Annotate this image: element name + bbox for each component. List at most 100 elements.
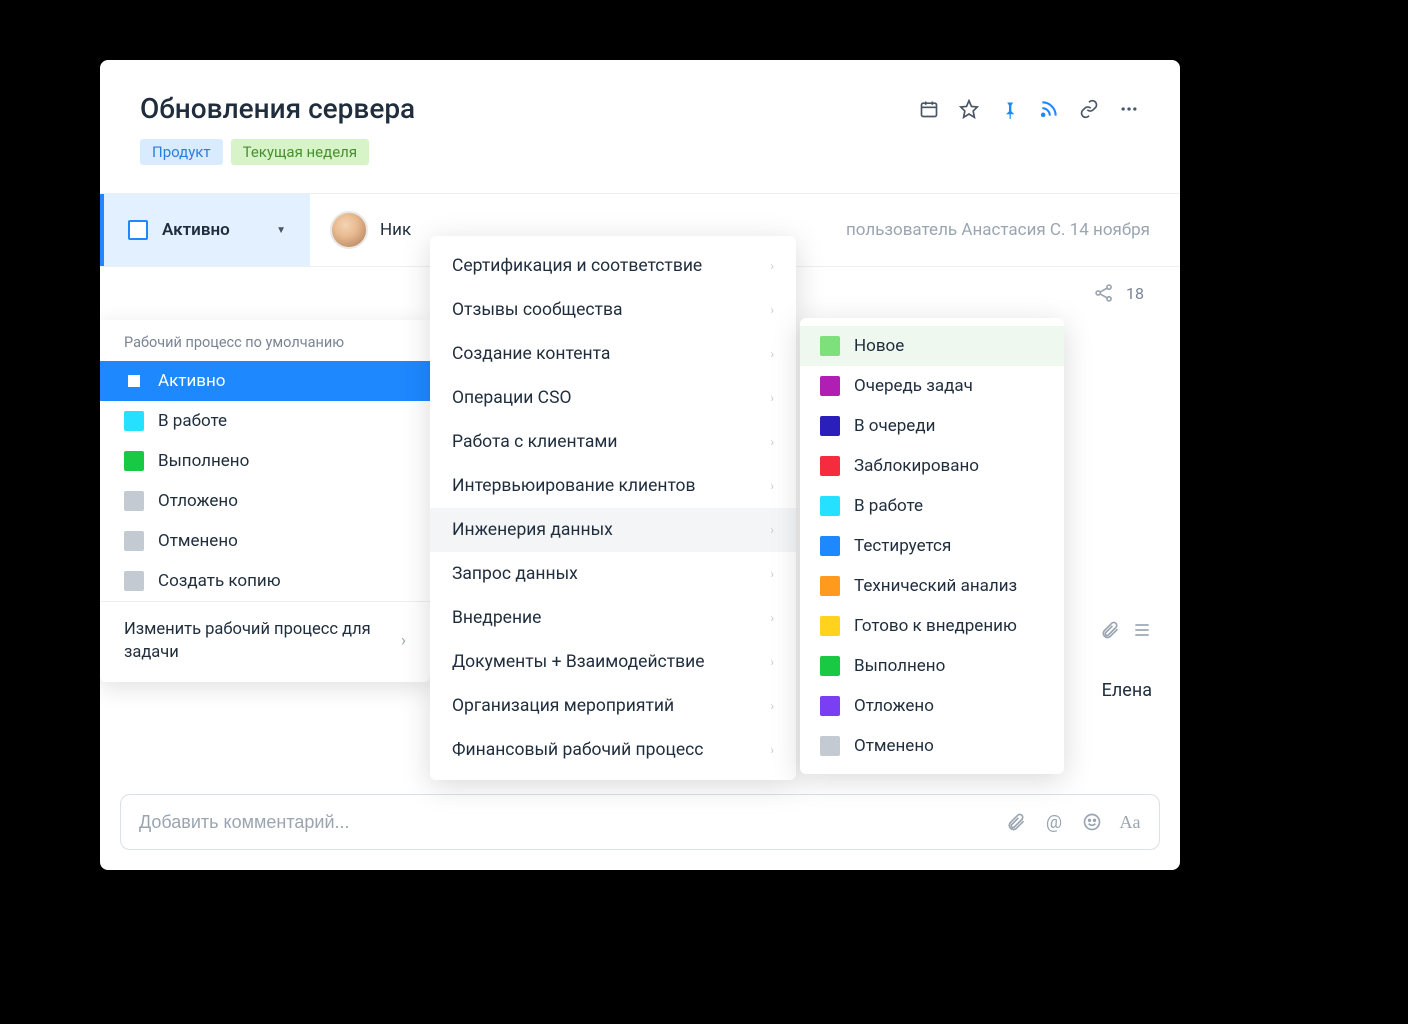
workflow-menu: Сертификация и соответствие›Отзывы сообщ… xyxy=(430,236,796,780)
status-menu-item[interactable]: Новое xyxy=(800,326,1064,366)
list-icon[interactable] xyxy=(1132,620,1152,640)
comment-input[interactable] xyxy=(139,812,1005,833)
chevron-right-icon: › xyxy=(770,303,774,317)
status-menu-label: Отменено xyxy=(854,736,934,756)
status-menu-item[interactable]: Очередь задач xyxy=(800,366,1064,406)
workflow-menu-label: Инженерия данных xyxy=(452,520,613,540)
color-swatch xyxy=(820,736,840,756)
toolbar xyxy=(918,98,1140,120)
status-menu-label: В очереди xyxy=(854,416,935,436)
status-menu-item[interactable]: Выполнено xyxy=(800,646,1064,686)
status-option[interactable]: В работе xyxy=(100,401,430,441)
color-swatch xyxy=(124,411,144,431)
status-option[interactable]: Отменено xyxy=(100,521,430,561)
status-menu-item[interactable]: Готово к внедрению xyxy=(800,606,1064,646)
workflow-menu-item[interactable]: Финансовый рабочий процесс› xyxy=(430,728,796,772)
workflow-menu-item[interactable]: Интервьюирование клиентов › xyxy=(430,464,796,508)
status-option-label: Отложено xyxy=(158,491,238,511)
status-dropdown: Рабочий процесс по умолчанию Активно В ра… xyxy=(100,320,430,682)
status-option-label: В работе xyxy=(158,411,227,431)
tag-week[interactable]: Текущая неделя xyxy=(231,139,369,165)
comment-toolbar: @ Aa xyxy=(1005,811,1141,833)
star-icon[interactable] xyxy=(958,98,980,120)
format-icon[interactable]: Aa xyxy=(1119,811,1141,833)
mention-icon[interactable]: @ xyxy=(1043,811,1065,833)
chevron-right-icon: › xyxy=(770,347,774,361)
status-option[interactable]: Активно xyxy=(100,361,430,401)
comment-box: @ Aa xyxy=(120,794,1160,850)
assignee-cell[interactable]: Ник xyxy=(310,211,431,249)
color-swatch xyxy=(820,616,840,636)
workflow-menu-label: Работа с клиентами xyxy=(452,432,618,452)
color-swatch xyxy=(124,531,144,551)
color-swatch xyxy=(820,416,840,436)
change-workflow-label: Изменить рабочий процесс для задачи xyxy=(124,618,401,664)
chevron-right-icon: › xyxy=(770,655,774,669)
workflow-menu-label: Создание контента xyxy=(452,344,610,364)
status-menu-label: Технический анализ xyxy=(854,576,1017,596)
chevron-right-icon: › xyxy=(401,630,406,653)
tags-row: Продукт Текущая неделя xyxy=(140,139,1140,165)
status-menu-item[interactable]: Заблокировано xyxy=(800,446,1064,486)
status-option[interactable]: Отложено xyxy=(100,481,430,521)
status-menu-label: Выполнено xyxy=(854,656,945,676)
workflow-menu-item[interactable]: Создание контента › xyxy=(430,332,796,376)
emoji-icon[interactable] xyxy=(1081,811,1103,833)
color-swatch xyxy=(124,371,144,391)
status-option[interactable]: Создать копию xyxy=(100,561,430,601)
color-swatch xyxy=(124,491,144,511)
attach-icon[interactable] xyxy=(1005,811,1027,833)
color-swatch xyxy=(820,496,840,516)
workflow-menu-item[interactable]: Организация мероприятий› xyxy=(430,684,796,728)
more-icon[interactable] xyxy=(1118,98,1140,120)
workflow-menu-label: Внедрение xyxy=(452,608,541,628)
workflow-menu-item[interactable]: Внедрение› xyxy=(430,596,796,640)
workflow-menu-item[interactable]: Отзывы сообщества › xyxy=(430,288,796,332)
share-icon[interactable] xyxy=(1094,283,1114,303)
page-title: Обновления сервера xyxy=(140,92,415,125)
side-assignee[interactable]: Елена xyxy=(1102,680,1152,701)
pin-icon[interactable] xyxy=(998,98,1020,120)
calendar-icon[interactable] xyxy=(918,98,940,120)
workflow-menu-item[interactable]: Работа с клиентами› xyxy=(430,420,796,464)
status-label: Активно xyxy=(162,220,230,240)
chevron-right-icon: › xyxy=(770,259,774,273)
workflow-menu-item[interactable]: Операции CSO› xyxy=(430,376,796,420)
status-checkbox-icon xyxy=(128,220,148,240)
task-window: Обновления сервера xyxy=(100,60,1180,870)
status-dropdown-header: Рабочий процесс по умолчанию xyxy=(100,320,430,361)
status-menu-item[interactable]: Тестируется xyxy=(800,526,1064,566)
workflow-menu-label: Отзывы сообщества xyxy=(452,300,623,320)
status-option[interactable]: Выполнено xyxy=(100,441,430,481)
tag-product[interactable]: Продукт xyxy=(140,139,223,165)
workflow-menu-item[interactable]: Документы + Взаимодействие› xyxy=(430,640,796,684)
chevron-right-icon: › xyxy=(770,391,774,405)
workflow-menu-item[interactable]: Запрос данных› xyxy=(430,552,796,596)
change-workflow-button[interactable]: Изменить рабочий процесс для задачи › xyxy=(100,601,430,682)
status-menu-item[interactable]: В работе xyxy=(800,486,1064,526)
avatar xyxy=(330,211,368,249)
workflow-menu-label: Организация мероприятий xyxy=(452,696,674,716)
status-submenu: Новое Очередь задач В очереди Заблокировано… xyxy=(800,318,1064,774)
link-icon[interactable] xyxy=(1078,98,1100,120)
workflow-menu-label: Интервьюирование клиентов xyxy=(452,476,696,496)
chevron-down-icon: ▼ xyxy=(276,225,286,236)
color-swatch xyxy=(820,536,840,556)
color-swatch xyxy=(820,576,840,596)
attach-icon[interactable] xyxy=(1100,620,1120,640)
status-menu-item[interactable]: В очереди xyxy=(800,406,1064,446)
status-menu-label: Готово к внедрению xyxy=(854,616,1017,636)
status-menu-label: Тестируется xyxy=(854,536,951,556)
status-menu-label: Очередь задач xyxy=(854,376,973,396)
workflow-menu-item[interactable]: Инженерия данных› xyxy=(430,508,796,552)
workflow-menu-item[interactable]: Сертификация и соответствие› xyxy=(430,244,796,288)
status-option-label: Создать копию xyxy=(158,571,281,591)
status-selector[interactable]: Активно ▼ xyxy=(100,194,310,266)
chevron-right-icon: › xyxy=(770,479,774,493)
task-meta: пользователь Анастасия С. 14 ноября xyxy=(846,220,1180,240)
status-menu-item[interactable]: Технический анализ xyxy=(800,566,1064,606)
rss-icon[interactable] xyxy=(1038,98,1060,120)
color-swatch xyxy=(124,451,144,471)
status-menu-item[interactable]: Отменено xyxy=(800,726,1064,766)
status-menu-item[interactable]: Отложено xyxy=(800,686,1064,726)
